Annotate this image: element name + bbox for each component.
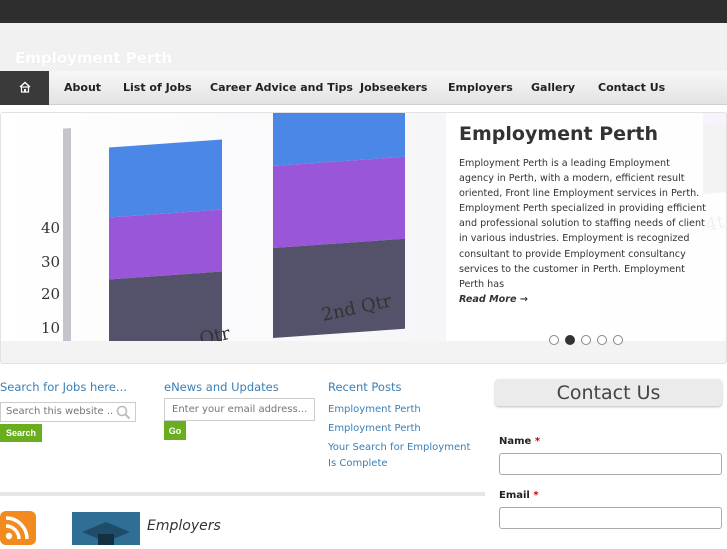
slide-body: Employment Perth is a leading Employment… <box>459 158 706 290</box>
contact-name-field[interactable] <box>499 453 722 475</box>
required-mark: * <box>533 490 539 501</box>
image-axis-label: 30 <box>41 253 60 271</box>
recent-post-link[interactable]: Employment Perth <box>328 421 478 437</box>
nav-home-button[interactable] <box>0 71 49 105</box>
name-label-text: Name <box>499 436 532 447</box>
enews-widget-title: eNews and Updates <box>164 380 279 394</box>
email-label: Email * <box>499 490 539 501</box>
featured-slider: 40 30 20 10 Qtr 2nd Qtr 4t Employment Pe… <box>0 112 727 364</box>
nav-item-employers[interactable]: Employers <box>448 81 513 94</box>
section-divider <box>0 492 485 496</box>
image-axis-label: 40 <box>41 219 60 237</box>
search-input[interactable] <box>6 406 114 417</box>
search-box <box>0 402 136 422</box>
enews-email-input[interactable] <box>172 404 312 415</box>
nav-item-jobseekers[interactable]: Jobseekers <box>360 81 427 94</box>
employers-title[interactable]: Employers <box>147 518 221 534</box>
read-more-link[interactable]: Read More → <box>459 294 528 305</box>
name-label: Name * <box>499 436 540 447</box>
nav-item-contact-us[interactable]: Contact Us <box>598 81 665 94</box>
search-widget-title: Search for Jobs here... <box>0 380 127 394</box>
nav-item-list-of-jobs[interactable]: List of Jobs <box>123 81 192 94</box>
image-axis-label: 20 <box>41 285 60 303</box>
slide-title[interactable]: Employment Perth <box>459 123 658 145</box>
slider-dot-active[interactable] <box>565 335 575 345</box>
slider-dot[interactable] <box>597 335 607 345</box>
search-icon[interactable] <box>116 405 131 424</box>
recent-post-link[interactable]: Your Search for Employment Is Complete <box>328 440 478 471</box>
home-icon <box>18 79 32 98</box>
site-title[interactable]: Employment Perth <box>15 49 172 67</box>
slide-caption: Employment Perth Employment Perth is a l… <box>446 113 726 341</box>
contact-email-field[interactable] <box>499 507 722 529</box>
nav-item-gallery[interactable]: Gallery <box>531 81 575 94</box>
search-button[interactable]: Search <box>0 424 42 442</box>
top-bar <box>0 0 727 23</box>
recent-posts-title: Recent Posts <box>328 380 402 394</box>
slider-dot[interactable] <box>613 335 623 345</box>
slider-dot[interactable] <box>549 335 559 345</box>
slider-dot[interactable] <box>581 335 591 345</box>
employers-thumbnail[interactable] <box>72 512 140 549</box>
slider-pagination <box>549 335 623 345</box>
contact-title: Contact Us <box>495 379 722 406</box>
recent-post-link[interactable]: Employment Perth <box>328 402 478 418</box>
main-nav: About List of Jobs Career Advice and Tip… <box>0 71 727 105</box>
nav-item-career-advice[interactable]: Career Advice and Tips <box>210 81 353 94</box>
enews-email-box <box>164 398 315 421</box>
rss-icon[interactable] <box>0 511 36 549</box>
required-mark: * <box>534 436 541 447</box>
email-label-text: Email <box>499 490 530 501</box>
nav-item-about[interactable]: About <box>64 81 101 94</box>
enews-go-button[interactable]: Go <box>164 421 186 440</box>
image-axis-label: 10 <box>41 319 60 337</box>
